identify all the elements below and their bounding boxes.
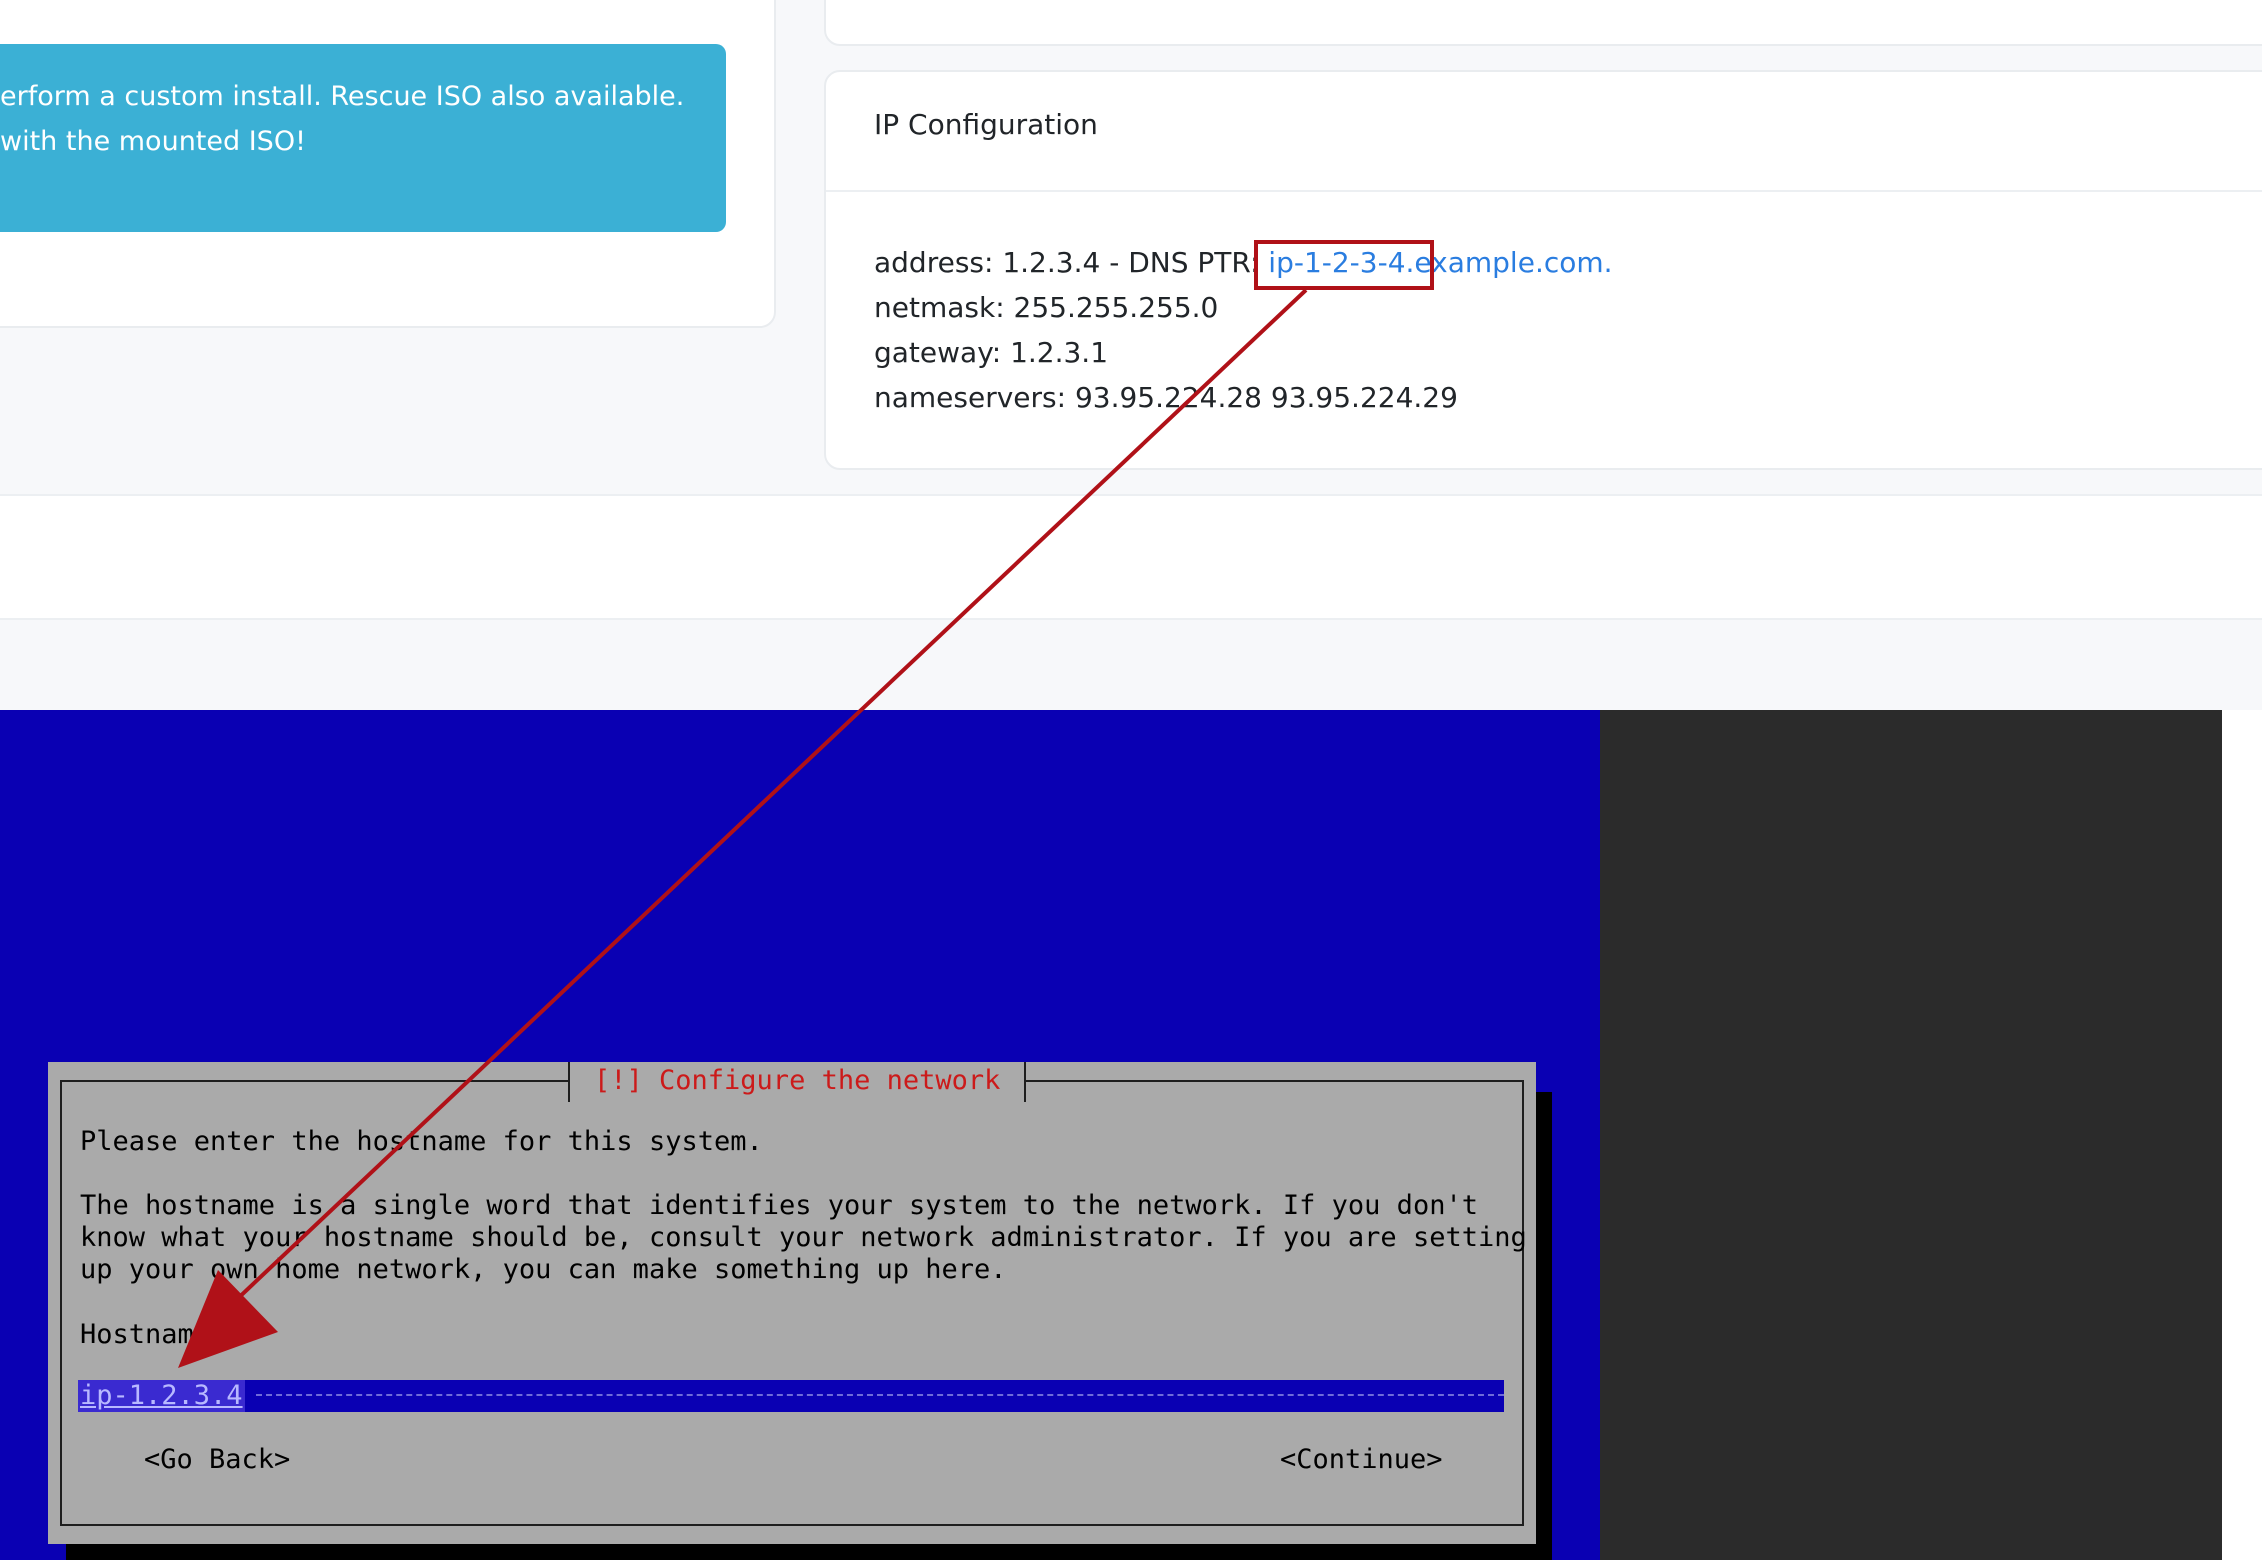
hostname-label: Hostname: [80, 1319, 227, 1350]
alert-text-line1: erform a custom install. Rescue ISO also… [0, 81, 685, 112]
dialog-prompt: Please enter the hostname for this syste… [80, 1126, 763, 1157]
continue-button[interactable]: <Continue> [1280, 1444, 1443, 1476]
configure-network-dialog: [!] Configure the network Please enter t… [48, 1062, 1536, 1544]
dialog-title: [!] Configure the network [568, 1062, 1027, 1102]
top-right-card [824, 0, 2262, 46]
input-fill-underline [256, 1394, 1504, 1396]
ip-card-title: IP Configuration [874, 108, 1098, 141]
dashboard-area: erform a custom install. Rescue ISO also… [0, 0, 2262, 710]
hostname-input[interactable]: ip-1.2.3.4 [78, 1380, 1504, 1412]
nameservers-row: nameservers: 93.95.224.28 93.95.224.29 [874, 381, 1458, 414]
dialog-help-text: The hostname is a single word that ident… [80, 1190, 1527, 1285]
ip-card-body: address: 1.2.3.4 - DNS PTR: ip-1-2-3-4.e… [874, 240, 1613, 420]
ip-card-header: IP Configuration [826, 72, 2262, 192]
go-back-button[interactable]: <Go Back> [144, 1444, 290, 1476]
address-label: address: 1.2.3.4 - DNS PTR: [874, 246, 1269, 279]
ip-configuration-card: IP Configuration address: 1.2.3.4 - DNS … [824, 70, 2262, 470]
netmask-row: netmask: 255.255.255.0 [874, 291, 1219, 324]
console-side-panel [1600, 710, 2222, 1560]
section-divider-band [0, 494, 2262, 620]
alert-text-line2: with the mounted ISO! [0, 126, 306, 157]
gateway-row: gateway: 1.2.3.1 [874, 336, 1109, 369]
annotation-highlight-box [1254, 240, 1434, 290]
info-alert: erform a custom install. Rescue ISO also… [0, 44, 726, 232]
hostname-value[interactable]: ip-1.2.3.4 [78, 1380, 245, 1412]
page-margin [2222, 710, 2262, 1560]
address-row: address: 1.2.3.4 - DNS PTR: ip-1-2-3-4.e… [874, 240, 1613, 285]
